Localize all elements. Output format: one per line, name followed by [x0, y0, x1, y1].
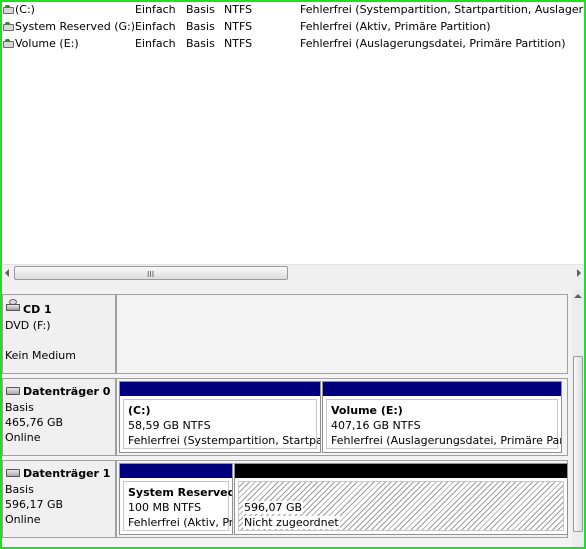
disk-title: CD 1 — [23, 303, 52, 316]
partition-system-reserved[interactable]: System Reserved 100 MB NTFS Fehlerfrei (… — [119, 463, 233, 535]
volume-status: Fehlerfrei (Aktiv, Primäre Partition) — [300, 20, 491, 33]
volume-fs: NTFS — [224, 3, 253, 16]
volume-name: Volume (E:) — [15, 37, 79, 50]
cd-drive-icon — [6, 299, 20, 311]
disk-label-disk1[interactable]: Datenträger 1 Basis 596,17 GB Online — [2, 460, 116, 538]
partition-bar — [323, 382, 561, 396]
partition-body: Volume (E:) 407,16 GB NTFS Fehlerfrei (A… — [326, 399, 561, 449]
disk-line: DVD (F:) — [5, 319, 51, 332]
partition-size: 596,07 GB — [243, 501, 304, 514]
disk-line: Kein Medium — [5, 349, 76, 362]
disk-line: Basis — [5, 483, 34, 496]
volume-type: Basis — [186, 20, 215, 33]
partition-status: Fehlerfrei (Auslagerungsdatei, Primäre P… — [331, 434, 562, 447]
volume-name: System Reserved (G:) — [15, 20, 136, 33]
volume-type: Basis — [186, 37, 215, 50]
vertical-scroll-thumb[interactable] — [573, 356, 583, 532]
hard-disk-icon — [6, 387, 20, 395]
disk-title: Datenträger 0 — [23, 385, 111, 398]
volume-icon — [3, 22, 14, 31]
partition-status: Fehlerfrei (Aktiv, Pr — [128, 516, 233, 529]
volume-fs: NTFS — [224, 37, 253, 50]
partition-name: System Reserved — [128, 486, 233, 499]
disk-title: Datenträger 1 — [23, 467, 111, 480]
horizontal-scroll-thumb[interactable]: III — [14, 266, 288, 280]
volume-icon — [3, 5, 14, 14]
grip-icon: III — [147, 270, 155, 279]
volume-layout: Einfach — [135, 3, 176, 16]
partition-body: (C:) 58,59 GB NTFS Fehlerfrei (Systempar… — [123, 399, 320, 449]
volume-list: (C:) Einfach Basis NTFS Fehlerfrei (Syst… — [2, 2, 584, 264]
volume-row-c[interactable]: (C:) Einfach Basis NTFS Fehlerfrei (Syst… — [2, 2, 584, 19]
volume-row-e[interactable]: Volume (E:) Einfach Basis NTFS Fehlerfre… — [2, 36, 584, 53]
scroll-up-arrow-icon[interactable] — [574, 294, 582, 298]
volume-layout: Einfach — [135, 37, 176, 50]
disk-label-cd1[interactable]: CD 1 DVD (F:) Kein Medium — [2, 294, 116, 374]
disk-line: Online — [5, 431, 41, 444]
volume-name: (C:) — [15, 3, 35, 16]
disk-area-cd1[interactable] — [116, 294, 568, 374]
vertical-scrollbar[interactable] — [572, 290, 584, 547]
partition-e[interactable]: Volume (E:) 407,16 GB NTFS Fehlerfrei (A… — [322, 381, 562, 453]
hard-disk-icon — [6, 469, 20, 477]
partition-c[interactable]: (C:) 58,59 GB NTFS Fehlerfrei (Systempar… — [119, 381, 321, 453]
partition-size: 58,59 GB NTFS — [128, 419, 211, 432]
partition-bar — [120, 464, 232, 478]
scroll-right-arrow-icon[interactable] — [577, 269, 581, 277]
disk-label-disk0[interactable]: Datenträger 0 Basis 465,76 GB Online — [2, 378, 116, 456]
partition-size: 100 MB NTFS — [128, 501, 202, 514]
partition-status: Fehlerfrei (Systempartition, Startpar — [128, 434, 321, 447]
disk-area-disk1: System Reserved 100 MB NTFS Fehlerfrei (… — [116, 460, 568, 538]
volume-status: Fehlerfrei (Auslagerungsdatei, Primäre P… — [300, 37, 566, 50]
partition-body: 596,07 GB Nicht zugeordnet — [238, 481, 564, 531]
partition-size: 407,16 GB NTFS — [331, 419, 421, 432]
disk-line: 596,17 GB — [5, 498, 64, 511]
disk-line: 465,76 GB — [5, 416, 64, 429]
horizontal-scrollbar[interactable]: III — [2, 264, 584, 282]
volume-status: Fehlerfrei (Systempartition, Startpartit… — [300, 3, 584, 16]
volume-type: Basis — [186, 3, 215, 16]
volume-row-g[interactable]: System Reserved (G:) Einfach Basis NTFS … — [2, 19, 584, 36]
scroll-left-arrow-icon[interactable] — [5, 269, 9, 277]
partition-name: Volume (E:) — [331, 404, 403, 417]
partition-body: System Reserved 100 MB NTFS Fehlerfrei (… — [123, 481, 232, 531]
volume-layout: Einfach — [135, 20, 176, 33]
volume-icon — [3, 39, 14, 48]
partition-bar — [120, 382, 320, 396]
partition-status: Nicht zugeordnet — [243, 516, 340, 529]
partition-unallocated[interactable]: 596,07 GB Nicht zugeordnet — [234, 463, 568, 535]
volume-fs: NTFS — [224, 20, 253, 33]
partition-bar — [235, 464, 567, 478]
disk-area-disk0: (C:) 58,59 GB NTFS Fehlerfrei (Systempar… — [116, 378, 568, 456]
disk-line: Basis — [5, 401, 34, 414]
partition-name: (C:) — [128, 404, 151, 417]
disk-line: Online — [5, 513, 41, 526]
